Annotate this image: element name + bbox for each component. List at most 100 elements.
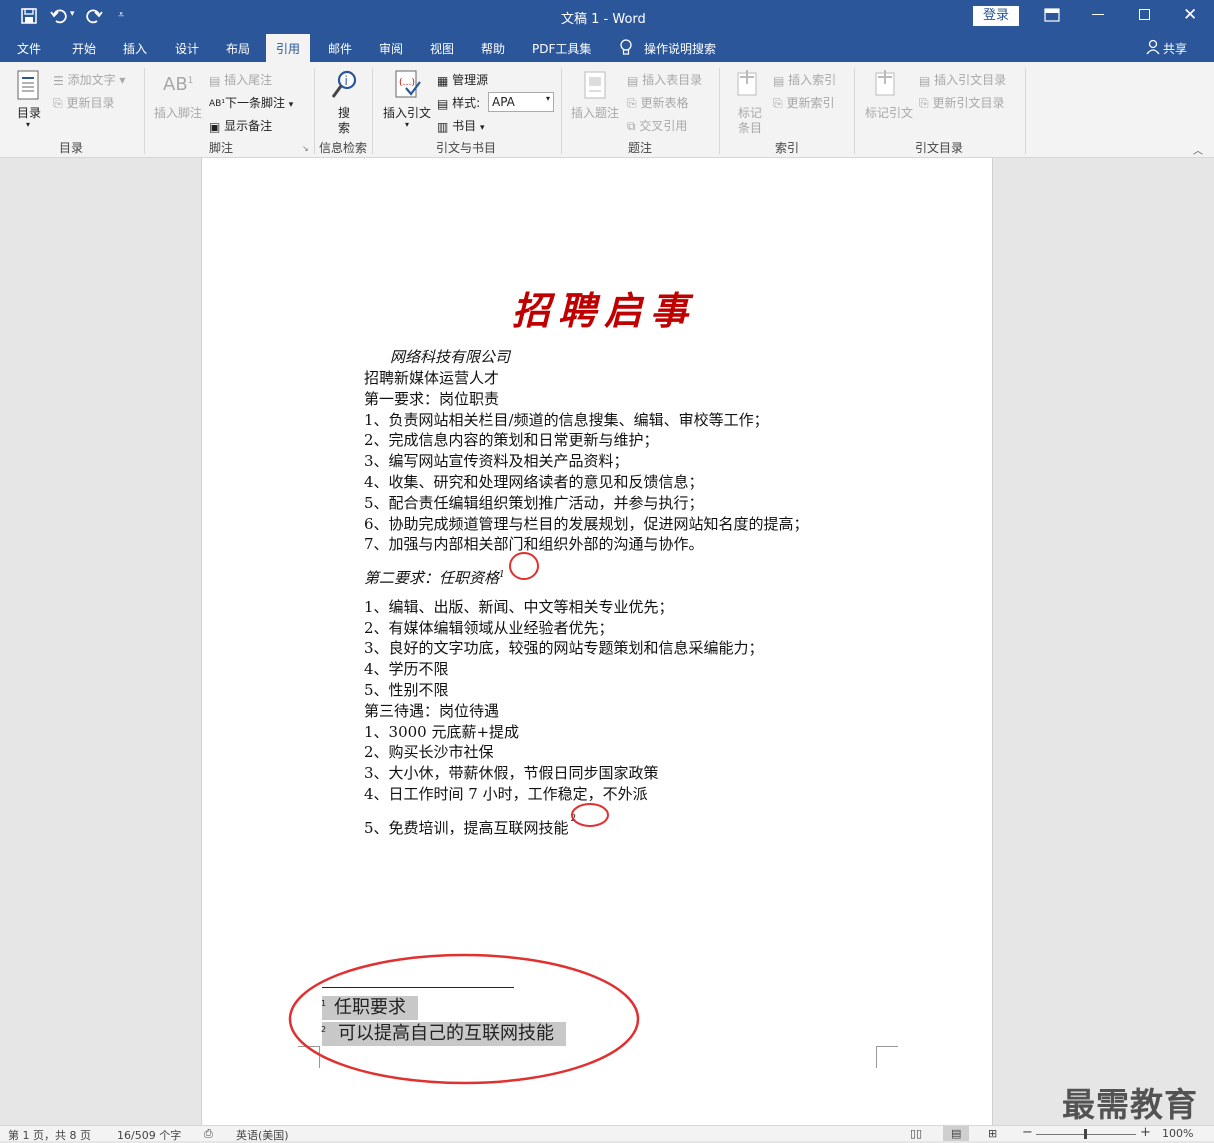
tab-insert[interactable]: 插入 bbox=[123, 40, 147, 57]
ribbon-display-icon[interactable] bbox=[1044, 8, 1060, 25]
insert-endnote-button[interactable]: ▤ 插入尾注 bbox=[209, 71, 272, 88]
svg-text:i: i bbox=[345, 74, 348, 88]
web-layout-icon[interactable]: ⊞ bbox=[988, 1127, 997, 1140]
tab-mailings[interactable]: 邮件 bbox=[328, 40, 352, 57]
zoom-in-button[interactable]: + bbox=[1140, 1125, 1151, 1140]
maximize-icon[interactable] bbox=[1139, 9, 1150, 20]
tab-references[interactable]: 引用 bbox=[266, 34, 311, 62]
insert-caption-button[interactable]: 插入题注 bbox=[571, 104, 619, 121]
zoom-slider-thumb[interactable] bbox=[1084, 1129, 1087, 1139]
tab-pdf-tools[interactable]: PDF工具集 bbox=[532, 40, 591, 57]
search-icon[interactable]: i bbox=[330, 70, 358, 103]
add-text-icon: ☰ bbox=[53, 73, 64, 88]
zoom-level[interactable]: 100% bbox=[1162, 1127, 1193, 1140]
ribbon-tabs: 文件 开始 插入 设计 布局 引用 邮件 审阅 视图 帮助 PDF工具集 操作说… bbox=[0, 32, 1214, 62]
tab-help[interactable]: 帮助 bbox=[481, 40, 505, 57]
tab-view[interactable]: 视图 bbox=[430, 40, 454, 57]
update-table-button[interactable]: ⎘ 更新表格 bbox=[627, 94, 688, 111]
save-icon[interactable] bbox=[20, 7, 38, 28]
group-label-citation: 引文与书目 bbox=[436, 141, 497, 155]
redo-icon[interactable] bbox=[85, 7, 103, 28]
update-index-button[interactable]: ⎘ 更新索引 bbox=[773, 94, 834, 111]
show-notes-icon: ▣ bbox=[209, 119, 221, 134]
close-icon[interactable]: ✕ bbox=[1183, 5, 1197, 25]
insert-toa-icon: ▤ bbox=[919, 73, 931, 88]
dialog-launcher-icon[interactable]: ↘ bbox=[302, 144, 309, 153]
minimize-icon[interactable] bbox=[1092, 14, 1104, 15]
add-text-label: 添加文字 bbox=[67, 73, 116, 87]
mark-entry-label-2[interactable]: 条目 bbox=[738, 119, 762, 136]
update-toa-button[interactable]: ⎘ 更新引文目录 bbox=[919, 94, 1004, 111]
group-label-caption: 题注 bbox=[628, 141, 653, 155]
document-area: 招聘启事 网络科技有限公司 招聘新媒体运营人才 第一要求：岗位职责 1、负责网站… bbox=[0, 158, 1214, 1125]
update-toc-icon: ⎘ bbox=[53, 96, 63, 110]
print-layout-icon[interactable]: ▤ bbox=[943, 1126, 969, 1141]
update-toc-label: 更新目录 bbox=[66, 96, 115, 110]
style-label-text: 样式: bbox=[452, 96, 481, 110]
separator bbox=[144, 68, 145, 154]
manage-sources-icon: ▦ bbox=[437, 73, 449, 88]
insert-table-figures-label: 插入表目录 bbox=[642, 73, 703, 87]
tab-home[interactable]: 开始 bbox=[72, 40, 96, 57]
insert-toa-button[interactable]: ▤ 插入引文目录 bbox=[919, 71, 1006, 88]
mark-citation-button[interactable]: 标记引文 bbox=[865, 104, 913, 121]
update-index-label: 更新索引 bbox=[786, 96, 835, 110]
separator bbox=[372, 68, 373, 154]
insert-table-figures-button[interactable]: ▤ 插入表目录 bbox=[627, 71, 702, 88]
insert-toa-label: 插入引文目录 bbox=[934, 73, 1007, 87]
research-button-label-2[interactable]: 索 bbox=[338, 119, 350, 136]
read-mode-icon[interactable]: ▯▯ bbox=[910, 1127, 922, 1140]
login-button[interactable]: 登录 bbox=[973, 6, 1019, 26]
insert-citation-dropdown-icon[interactable]: ▾ bbox=[405, 120, 409, 129]
citation-style-select[interactable]: APA ▾ bbox=[488, 92, 554, 112]
share-button[interactable]: 共享 bbox=[1163, 40, 1187, 57]
show-notes-button[interactable]: ▣ 显示备注 bbox=[209, 117, 272, 134]
insert-index-label: 插入索引 bbox=[788, 73, 837, 87]
zoom-out-button[interactable]: − bbox=[1022, 1125, 1033, 1140]
tab-file[interactable]: 文件 bbox=[17, 40, 41, 57]
tell-me-search[interactable]: 操作说明搜索 bbox=[644, 40, 716, 57]
insert-footnote-icon[interactable]: AB1 bbox=[163, 74, 193, 95]
watermark-logo: 最需教育 bbox=[1062, 1085, 1198, 1124]
group-label-toa: 引文目录 bbox=[915, 141, 964, 155]
bibliography-label: 书目 bbox=[452, 119, 477, 133]
insert-index-icon: ▤ bbox=[773, 73, 785, 88]
style-icon: ▤ bbox=[437, 96, 449, 111]
table-of-contents-icon[interactable] bbox=[16, 70, 40, 103]
separator bbox=[1025, 68, 1026, 154]
insert-caption-icon[interactable] bbox=[584, 71, 606, 102]
table-figures-icon: ▤ bbox=[627, 73, 639, 88]
citation-style-value: APA bbox=[492, 95, 515, 109]
undo-icon[interactable] bbox=[50, 7, 68, 28]
print-layout-glyph: ▤ bbox=[951, 1127, 962, 1140]
mark-entry-icon[interactable] bbox=[735, 70, 761, 103]
tab-review[interactable]: 审阅 bbox=[379, 40, 403, 57]
next-footnote-button[interactable]: AB¹下一条脚注 ▾ bbox=[209, 94, 293, 111]
collapse-ribbon-icon[interactable]: ︿ bbox=[1193, 142, 1203, 157]
endnote-icon: ▤ bbox=[209, 73, 221, 88]
cross-reference-button[interactable]: ⧉ 交叉引用 bbox=[627, 117, 687, 134]
update-table-label: 更新表格 bbox=[640, 96, 689, 110]
document-page[interactable]: 招聘启事 网络科技有限公司 招聘新媒体运营人才 第一要求：岗位职责 1、负责网站… bbox=[201, 158, 993, 1125]
insert-footnote-button[interactable]: 插入脚注 bbox=[154, 104, 202, 121]
separator bbox=[719, 68, 720, 154]
insert-index-button[interactable]: ▤ 插入索引 bbox=[773, 71, 836, 88]
tab-design[interactable]: 设计 bbox=[175, 40, 199, 57]
proofing-icon[interactable]: ⎙ bbox=[204, 1127, 213, 1141]
customize-qat-icon[interactable]: ⩡ bbox=[118, 8, 124, 22]
update-toc-button[interactable]: ⎘ 更新目录 bbox=[53, 94, 114, 111]
separator bbox=[854, 68, 855, 154]
bibliography-button[interactable]: ▥ 书目 ▾ bbox=[437, 117, 485, 134]
mark-citation-icon[interactable] bbox=[873, 70, 899, 103]
undo-dropdown-icon[interactable]: ▾ bbox=[70, 9, 75, 19]
insert-citation-icon[interactable]: (…) bbox=[394, 70, 422, 103]
manage-sources-button[interactable]: ▦ 管理源 bbox=[437, 71, 488, 88]
separator bbox=[314, 68, 315, 154]
update-toa-icon: ⎘ bbox=[919, 96, 929, 110]
toc-dropdown-icon[interactable]: ▾ bbox=[26, 120, 30, 129]
toc-button[interactable]: 目录 bbox=[17, 104, 41, 121]
insert-citation-button[interactable]: 插入引文 bbox=[383, 104, 431, 121]
add-text-button[interactable]: ☰ 添加文字 ▾ bbox=[53, 71, 125, 88]
next-footnote-label: 下一条脚注 bbox=[224, 96, 285, 110]
tab-layout[interactable]: 布局 bbox=[226, 40, 250, 57]
